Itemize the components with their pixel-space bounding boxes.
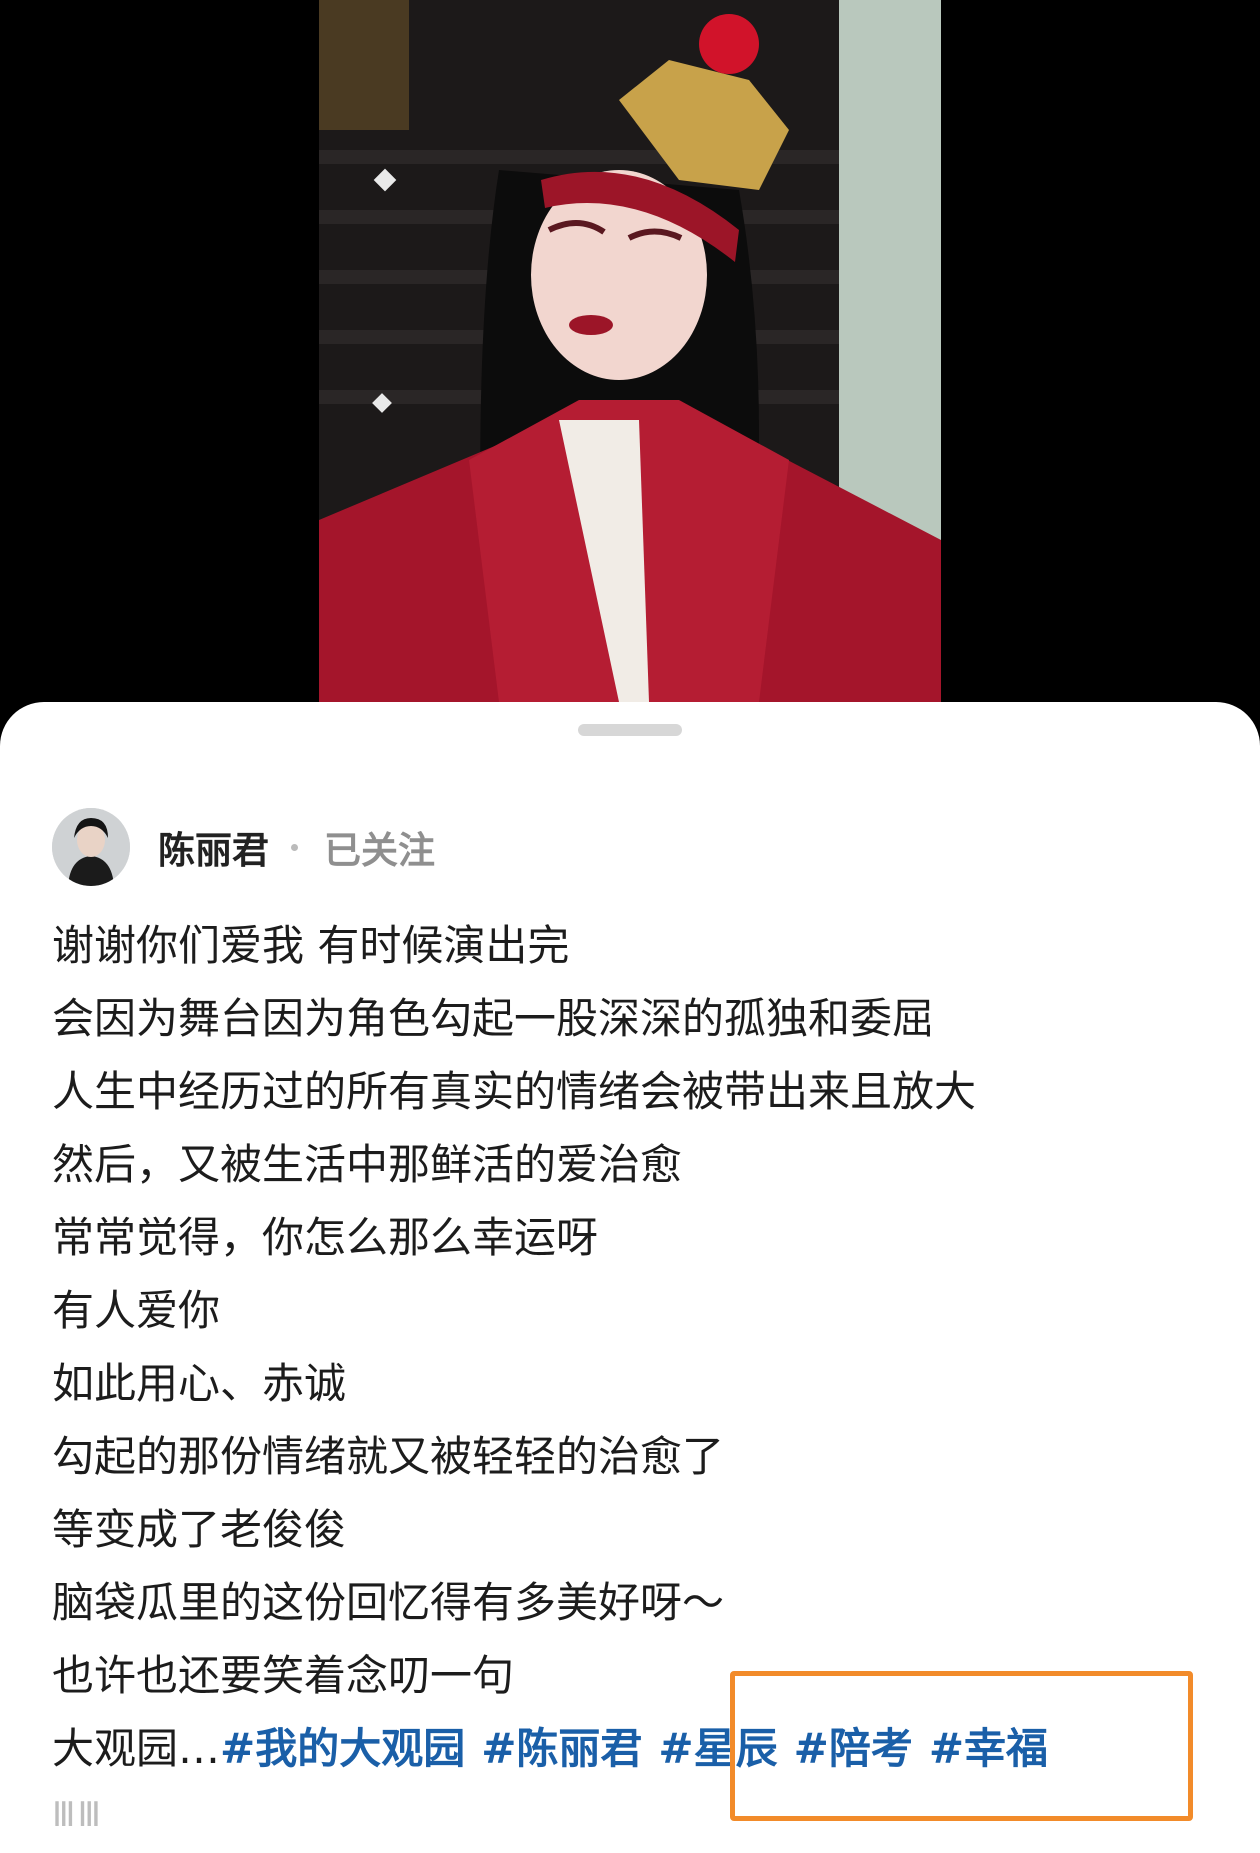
post-line: 谢谢你们爱我 有时候演出完 <box>52 921 570 970</box>
post-line: 然后，又被生活中那鲜活的爱治愈 <box>52 1140 683 1189</box>
author-row: 陈丽君 已关注 <box>52 808 435 886</box>
avatar[interactable] <box>52 808 130 886</box>
post-photo[interactable] <box>319 0 941 702</box>
post-line: 如此用心、赤诚 <box>52 1359 347 1408</box>
post-line-prefix: 大观园… <box>52 1724 221 1773</box>
follow-status-button[interactable]: 已关注 <box>324 820 435 874</box>
post-line: 人生中经历过的所有真实的情绪会被带出来且放大 <box>52 1067 977 1116</box>
author-name[interactable]: 陈丽君 <box>158 820 269 874</box>
post-line: 常常觉得，你怎么那么幸运呀 <box>52 1213 599 1262</box>
hashtag-link[interactable]: #我的大观园 <box>220 1724 465 1773</box>
separator-dot <box>291 843 298 851</box>
post-detail-sheet: 陈丽君 已关注 谢谢你们爱我 有时候演出完 会因为舞台因为角色勾起一股深深的孤独… <box>0 702 1260 1853</box>
hashtag-link[interactable]: #陈丽君 <box>481 1724 642 1773</box>
footer-watermark: ⅢⅢ <box>52 1795 103 1835</box>
highlight-annotation-box <box>730 1671 1193 1821</box>
post-text: 谢谢你们爱我 有时候演出完 会因为舞台因为角色勾起一股深深的孤独和委屈 人生中经… <box>52 909 1212 1785</box>
post-line: 有人爱你 <box>52 1286 221 1335</box>
post-line: 等变成了老俊俊 <box>52 1505 347 1554</box>
post-line: 会因为舞台因为角色勾起一股深深的孤独和委屈 <box>52 994 935 1043</box>
post-line: 勾起的那份情绪就又被轻轻的治愈了 <box>52 1432 725 1481</box>
media-viewer[interactable] <box>0 0 1260 720</box>
post-line: 脑袋瓜里的这份回忆得有多美好呀～ <box>52 1578 725 1627</box>
drag-handle-icon[interactable] <box>578 724 682 736</box>
